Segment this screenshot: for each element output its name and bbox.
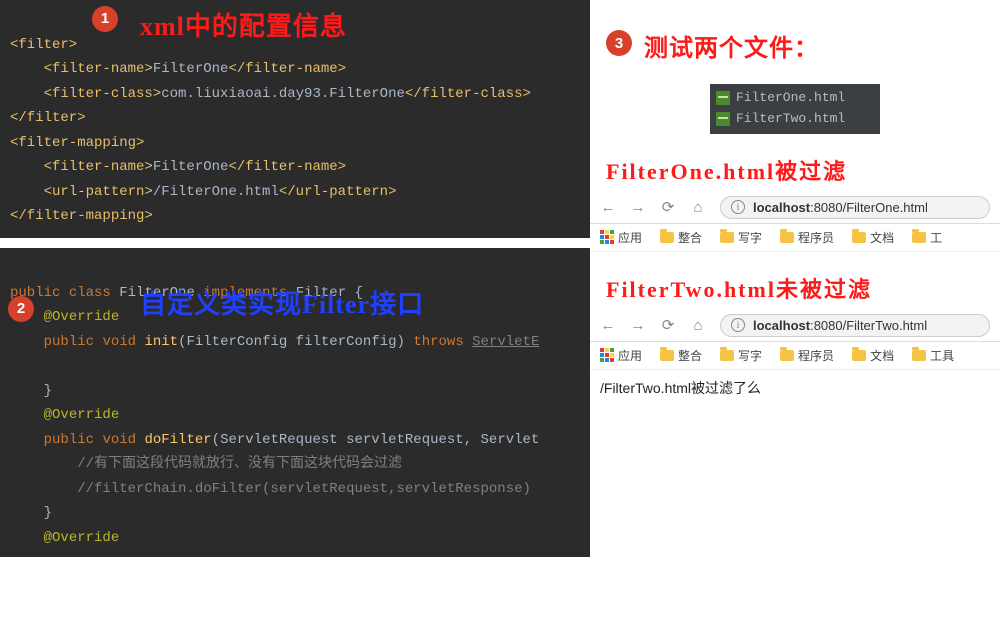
right-title-row: 3 测试两个文件： bbox=[590, 22, 1000, 76]
apps-icon bbox=[600, 230, 614, 244]
xml-line: <filter-name> bbox=[44, 159, 153, 175]
home-icon[interactable]: ⌂ bbox=[690, 199, 706, 216]
badge-3: 3 bbox=[606, 30, 632, 56]
file-name: FilterOne.html bbox=[736, 88, 845, 109]
url-bar[interactable]: i localhost:8080/FilterTwo.html bbox=[720, 314, 990, 337]
folder-icon bbox=[660, 350, 674, 361]
bookmark-folder[interactable]: 程序员 bbox=[780, 347, 834, 364]
xml-line: <filter-class> bbox=[44, 86, 162, 102]
bookmark-folder[interactable]: 整合 bbox=[660, 229, 702, 246]
overlay-java-title: 自定义类实现Filter接口 bbox=[140, 282, 424, 328]
browser-nav-bar: ← → ⟳ ⌂ i localhost:8080/FilterTwo.html bbox=[590, 310, 1000, 342]
back-icon[interactable]: ← bbox=[600, 317, 616, 334]
folder-icon bbox=[780, 350, 794, 361]
browser-nav-bar: ← → ⟳ ⌂ i localhost:8080/FilterOne.html bbox=[590, 192, 1000, 224]
badge-1: 1 bbox=[92, 6, 118, 32]
back-icon[interactable]: ← bbox=[600, 199, 616, 216]
folder-icon bbox=[912, 232, 926, 243]
bookmark-folder[interactable]: 文档 bbox=[852, 347, 894, 364]
overlay-right-title: 测试两个文件： bbox=[644, 28, 819, 63]
reload-icon[interactable]: ⟳ bbox=[660, 198, 676, 216]
reload-icon[interactable]: ⟳ bbox=[660, 316, 676, 334]
file-item[interactable]: FilterOne.html bbox=[716, 88, 874, 109]
home-icon[interactable]: ⌂ bbox=[690, 317, 706, 334]
page-text: /FilterTwo.html被过滤了么 bbox=[600, 380, 761, 396]
bookmark-folder[interactable]: 工具 bbox=[912, 347, 954, 364]
right-column: 3 测试两个文件： FilterOne.html FilterTwo.html … bbox=[590, 0, 1000, 406]
file-list: FilterOne.html FilterTwo.html bbox=[710, 84, 880, 134]
bookmarks-bar: 应用 整合 写字 程序员 文档 工 bbox=[590, 224, 1000, 252]
page-content: /FilterTwo.html被过滤了么 bbox=[590, 370, 1000, 406]
info-icon: i bbox=[731, 318, 745, 332]
folder-icon bbox=[720, 350, 734, 361]
info-icon: i bbox=[731, 200, 745, 214]
file-name: FilterTwo.html bbox=[736, 109, 845, 130]
folder-icon bbox=[780, 232, 794, 243]
forward-icon[interactable]: → bbox=[630, 317, 646, 334]
bookmark-folder[interactable]: 整合 bbox=[660, 347, 702, 364]
apps-icon bbox=[600, 348, 614, 362]
section-heading-1: FilterOne.html被过滤 bbox=[606, 154, 1000, 186]
xml-line: <filter-name> bbox=[44, 61, 153, 77]
url-bar[interactable]: i localhost:8080/FilterOne.html bbox=[720, 196, 990, 219]
bookmark-folder[interactable]: 文档 bbox=[852, 229, 894, 246]
xml-config-code: <filter> <filter-name>FilterOne</filter-… bbox=[0, 0, 590, 238]
xml-line: <url-pattern> bbox=[44, 184, 153, 200]
left-column: <filter> <filter-name>FilterOne</filter-… bbox=[0, 0, 590, 557]
xml-line: <filter> bbox=[10, 37, 77, 53]
bookmark-folder[interactable]: 程序员 bbox=[780, 229, 834, 246]
folder-icon bbox=[660, 232, 674, 243]
html-file-icon bbox=[716, 91, 730, 105]
apps-button[interactable]: 应用 bbox=[600, 229, 642, 246]
gap bbox=[0, 238, 590, 248]
badge-2: 2 bbox=[8, 296, 34, 322]
file-item[interactable]: FilterTwo.html bbox=[716, 109, 874, 130]
folder-icon bbox=[720, 232, 734, 243]
section-heading-2: FilterTwo.html未被过滤 bbox=[606, 272, 1000, 304]
xml-line: </filter> bbox=[10, 110, 86, 126]
overlay-xml-title: xml中的配置信息 bbox=[140, 4, 347, 50]
forward-icon[interactable]: → bbox=[630, 199, 646, 216]
xml-line: <filter-mapping> bbox=[10, 135, 144, 151]
html-file-icon bbox=[716, 112, 730, 126]
bookmark-folder[interactable]: 工 bbox=[912, 229, 942, 246]
bookmark-folder[interactable]: 写字 bbox=[720, 347, 762, 364]
folder-icon bbox=[852, 350, 866, 361]
apps-button[interactable]: 应用 bbox=[600, 347, 642, 364]
java-code: public class FilterOne implements Filter… bbox=[0, 248, 590, 557]
folder-icon bbox=[852, 232, 866, 243]
xml-line: </filter-mapping> bbox=[10, 208, 153, 224]
folder-icon bbox=[912, 350, 926, 361]
bookmark-folder[interactable]: 写字 bbox=[720, 229, 762, 246]
bookmarks-bar: 应用 整合 写字 程序员 文档 工具 bbox=[590, 342, 1000, 370]
